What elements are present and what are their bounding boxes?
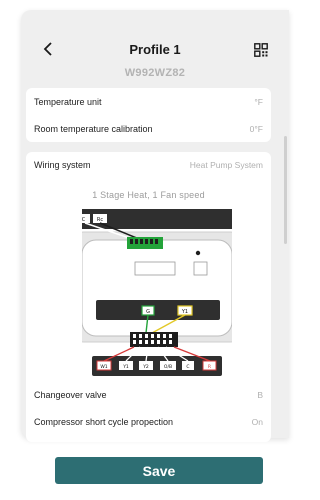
basic-settings-card: Temperature unit °F Room temperature cal… <box>26 88 271 142</box>
compressor-short-cycle-value: On <box>251 416 263 427</box>
header: Profile 1 W992WZ82 <box>21 10 289 82</box>
wiring-system-value: Heat Pump System <box>189 160 263 170</box>
device-id: W992WZ82 <box>124 67 186 79</box>
terminal-c-label: C <box>186 364 189 370</box>
temperature-unit-label: Temperature unit <box>34 96 102 107</box>
terminal-y1-mid-label: Y1 <box>181 309 188 315</box>
qr-code-icon <box>254 43 268 57</box>
wiring-diagram: C Rc G Y1 W1 Y1 Y2 O/B C R <box>82 209 232 376</box>
terminal-w1-label: W1 <box>100 364 107 370</box>
status-dot <box>195 250 201 256</box>
compressor-short-cycle-row[interactable]: Compressor short cycle propection On <box>26 408 271 435</box>
sensor-slot <box>193 261 208 276</box>
stage-label: 1 Stage Heat, 1 Fan speed <box>92 190 205 200</box>
display-slot <box>134 261 176 276</box>
room-calibration-row[interactable]: Room temperature calibration 0°F <box>26 115 271 142</box>
room-calibration-value: 0°F <box>249 123 263 134</box>
temperature-unit-value: °F <box>254 96 263 107</box>
terminal-r-label: R <box>208 364 211 370</box>
terminal-ob-label: O/B <box>164 364 172 370</box>
scrollbar[interactable] <box>284 136 287 244</box>
middle-terminal-bar <box>96 300 220 320</box>
terminal-g-label: G <box>146 309 150 315</box>
wiring-system-row[interactable]: Wiring system Heat Pump System <box>34 160 263 170</box>
wiring-system-label: Wiring system <box>34 160 91 170</box>
save-button[interactable]: Save <box>55 457 263 484</box>
terminal-y1-label: Y1 <box>122 364 129 370</box>
page-title: Profile 1 <box>129 42 181 57</box>
room-calibration-label: Room temperature calibration <box>34 123 153 134</box>
temperature-unit-row[interactable]: Temperature unit °F <box>26 88 271 115</box>
wiring-card: Wiring system Heat Pump System 1 Stage H… <box>26 152 271 442</box>
changeover-valve-label: Changeover valve <box>34 389 107 400</box>
qr-code-button[interactable] <box>254 43 268 57</box>
terminal-c-top-label: C <box>82 217 86 223</box>
thermostat-inner <box>82 239 232 337</box>
terminal-rc-top-label: Rc <box>97 217 103 223</box>
terminal-y2-label: Y2 <box>142 364 149 370</box>
changeover-valve-value: B <box>257 389 263 400</box>
compressor-short-cycle-label: Compressor short cycle propection <box>34 416 174 427</box>
changeover-valve-row[interactable]: Changeover valve B <box>26 381 271 408</box>
